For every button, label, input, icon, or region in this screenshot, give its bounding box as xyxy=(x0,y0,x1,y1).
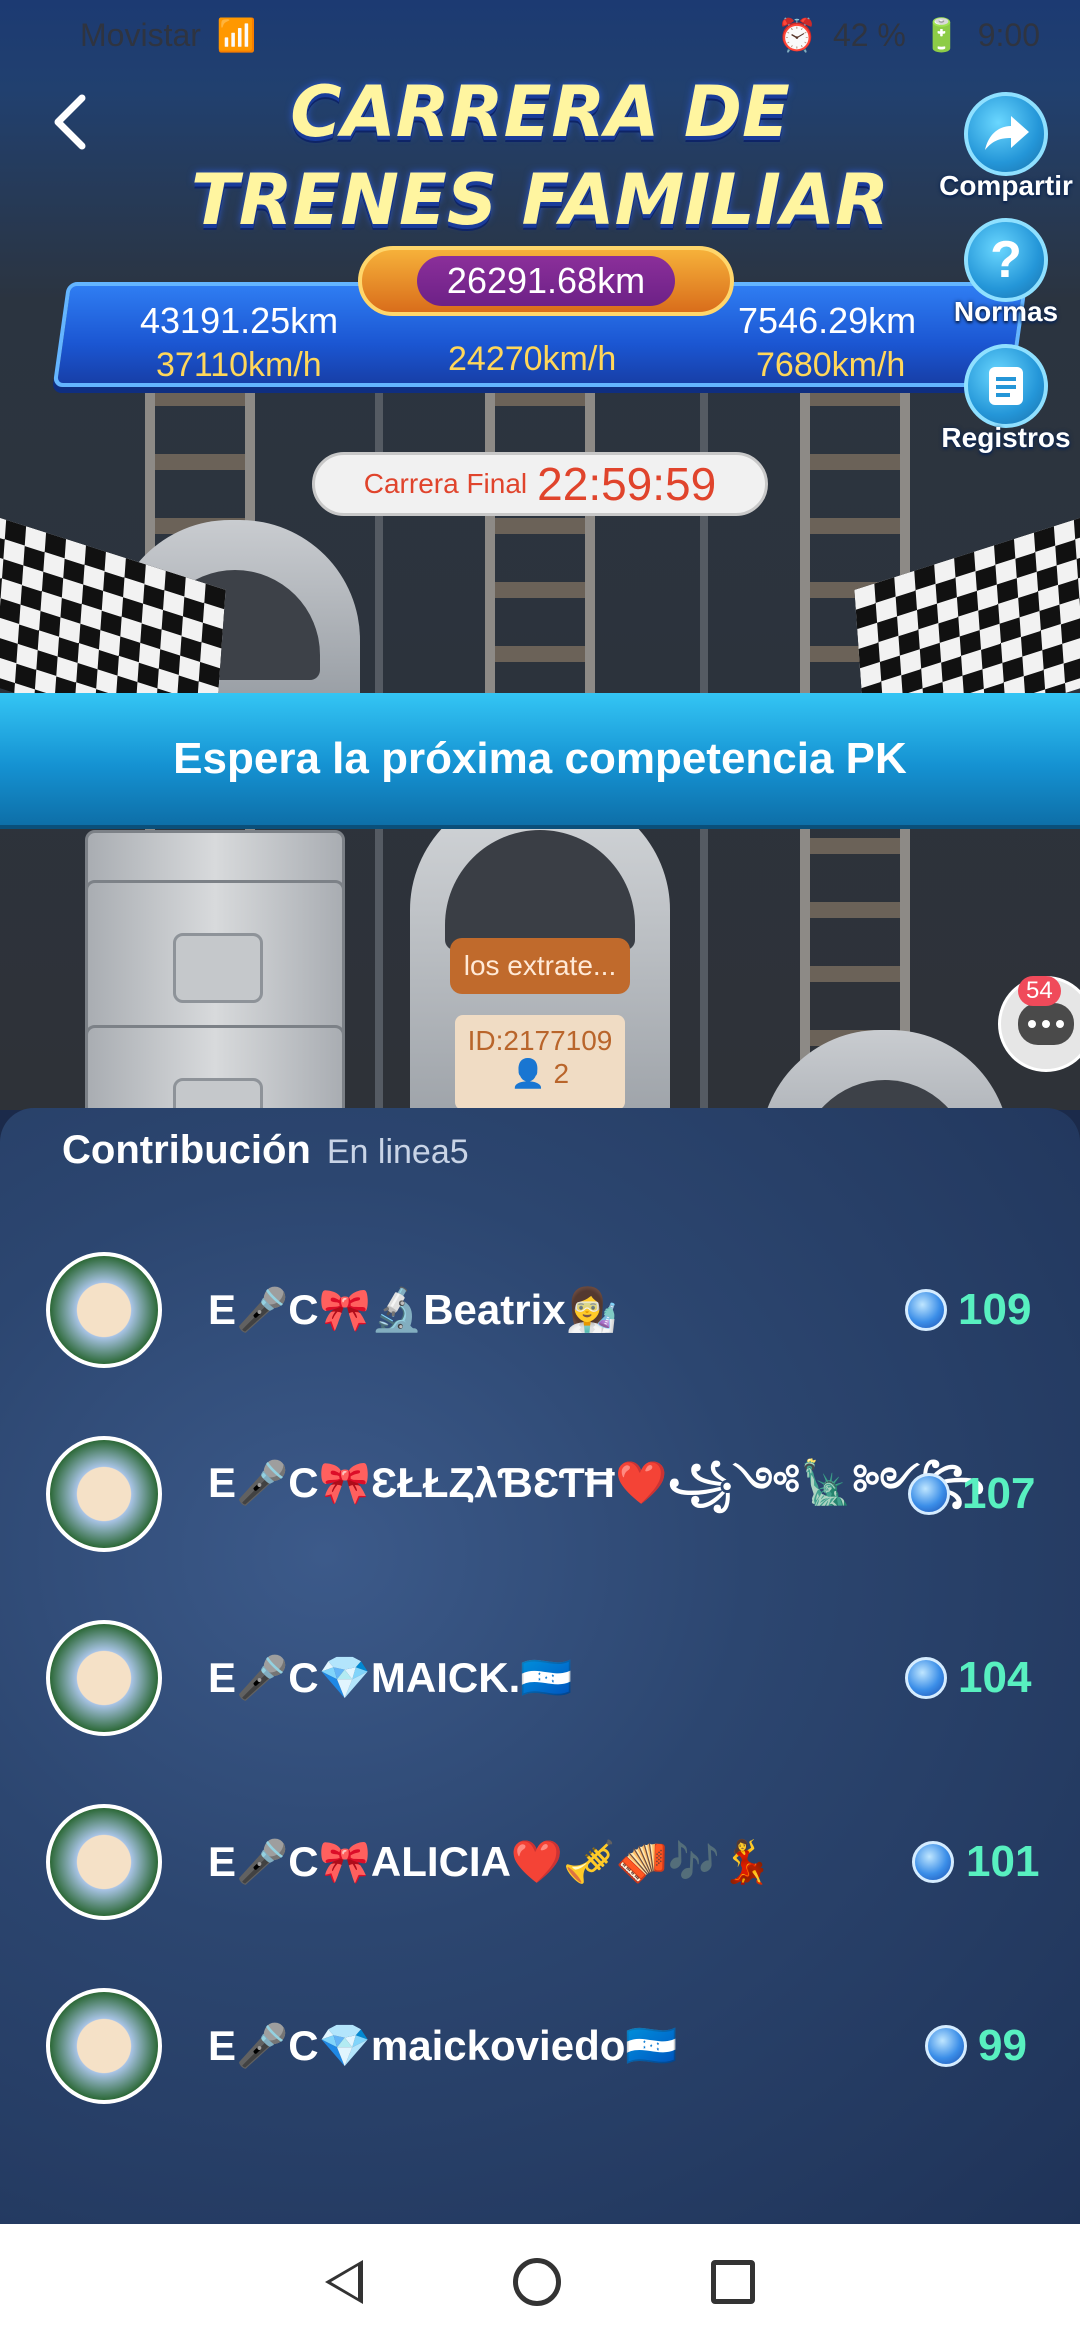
nav-recents-icon[interactable] xyxy=(711,2260,755,2304)
train-team-id: ID:2177109 👤 2 xyxy=(455,1015,625,1110)
records-button[interactable]: Registros xyxy=(906,344,1080,454)
chat-icon xyxy=(1018,1003,1074,1045)
gem-icon xyxy=(925,2025,967,2067)
contribution-score: 104 xyxy=(958,1653,1032,1702)
avatar[interactable] xyxy=(46,1988,162,2104)
list-item[interactable]: E🎤C🎀ALICIA❤️🎺🪗🎶💃 101 xyxy=(0,1797,1080,1927)
gem-icon xyxy=(905,1289,947,1331)
online-count: En linea5 xyxy=(326,1133,469,1171)
train-car-left xyxy=(85,1025,345,1110)
contribution-title: Contribución xyxy=(62,1128,311,1172)
center-speed: 24270km/h xyxy=(448,340,617,378)
contribution-header: Contribución En linea5 xyxy=(62,1128,469,1173)
avatar[interactable] xyxy=(46,1252,162,1368)
status-banner: Espera la próxima competencia PK xyxy=(0,693,1080,825)
battery-level: 42 % xyxy=(832,16,906,53)
share-button[interactable]: Compartir xyxy=(906,92,1080,202)
avatar[interactable] xyxy=(46,1804,162,1920)
person-icon: 👤 xyxy=(510,1058,546,1089)
gem-icon xyxy=(905,1657,947,1699)
right-distance: 7546.29km xyxy=(738,300,917,341)
contribution-score: 101 xyxy=(966,1837,1040,1886)
train-team-name: los extrate... xyxy=(450,938,630,994)
timer-value: 22:59:59 xyxy=(537,458,717,510)
user-name: E🎤C💎MAICK.🇭🇳 xyxy=(208,1653,573,1701)
left-speed: 37110km/h xyxy=(156,346,322,384)
list-item[interactable]: E🎤C💎maickoviedo🇭🇳 99 xyxy=(0,1981,1080,2111)
avatar[interactable] xyxy=(46,1436,162,1552)
chat-unread-badge: 54 xyxy=(1018,976,1061,1006)
clock: 9:00 xyxy=(977,16,1040,53)
question-icon: ? xyxy=(964,218,1048,302)
train-right xyxy=(760,1030,1010,1110)
avatar[interactable] xyxy=(46,1620,162,1736)
right-speed: 7680km/h xyxy=(756,346,906,384)
records-icon xyxy=(964,344,1048,428)
system-nav-bar xyxy=(0,2224,1080,2340)
page-title: CARRERA DE TRENES FAMILIAR xyxy=(190,71,890,241)
user-name: E🎤C🎀ƐŁŁȤλƁƐƬĦ❤️꧁༺🗽༻꧂ xyxy=(208,1458,986,1506)
contribution-score: 99 xyxy=(978,2021,1027,2070)
status-bar: Movistar 📶 ⏰ 42 % 🔋 9:00 xyxy=(0,0,1080,70)
user-name: E🎤C🎀ALICIA❤️🎺🪗🎶💃 xyxy=(208,1837,773,1885)
gem-icon xyxy=(908,1473,950,1515)
contribution-score: 107 xyxy=(962,1469,1036,1518)
gem-icon xyxy=(912,1841,954,1883)
user-name: E🎤C💎maickoviedo🇭🇳 xyxy=(208,2021,678,2069)
carrier-name: Movistar xyxy=(80,16,201,53)
list-item[interactable]: E🎤C💎MAICK.🇭🇳 104 xyxy=(0,1613,1080,1743)
nav-home-icon[interactable] xyxy=(513,2258,561,2306)
rules-button[interactable]: ? Normas xyxy=(906,218,1080,328)
timer-label: Carrera Final xyxy=(363,468,528,499)
nav-back-icon[interactable] xyxy=(325,2260,363,2304)
battery-icon: 🔋 xyxy=(921,17,962,53)
share-arrow-icon xyxy=(964,92,1048,176)
contribution-score: 109 xyxy=(958,1285,1032,1334)
user-name: E🎤C🎀🔬Beatrix👩‍🔬 xyxy=(208,1285,618,1333)
left-distance: 43191.25km xyxy=(140,300,339,341)
race-timer: Carrera Final 22:59:59 xyxy=(312,452,768,516)
total-distance-pill: 26291.68km xyxy=(358,246,734,316)
list-item[interactable]: E🎤C🎀ƐŁŁȤλƁƐƬĦ❤️꧁༺🗽༻꧂ 107 xyxy=(0,1429,1080,1559)
list-item[interactable]: E🎤C🎀🔬Beatrix👩‍🔬 109 xyxy=(0,1245,1080,1375)
back-chevron-icon[interactable] xyxy=(50,92,90,152)
alarm-icon: ⏰ xyxy=(777,17,817,53)
signal-icon: 📶 xyxy=(216,17,257,53)
